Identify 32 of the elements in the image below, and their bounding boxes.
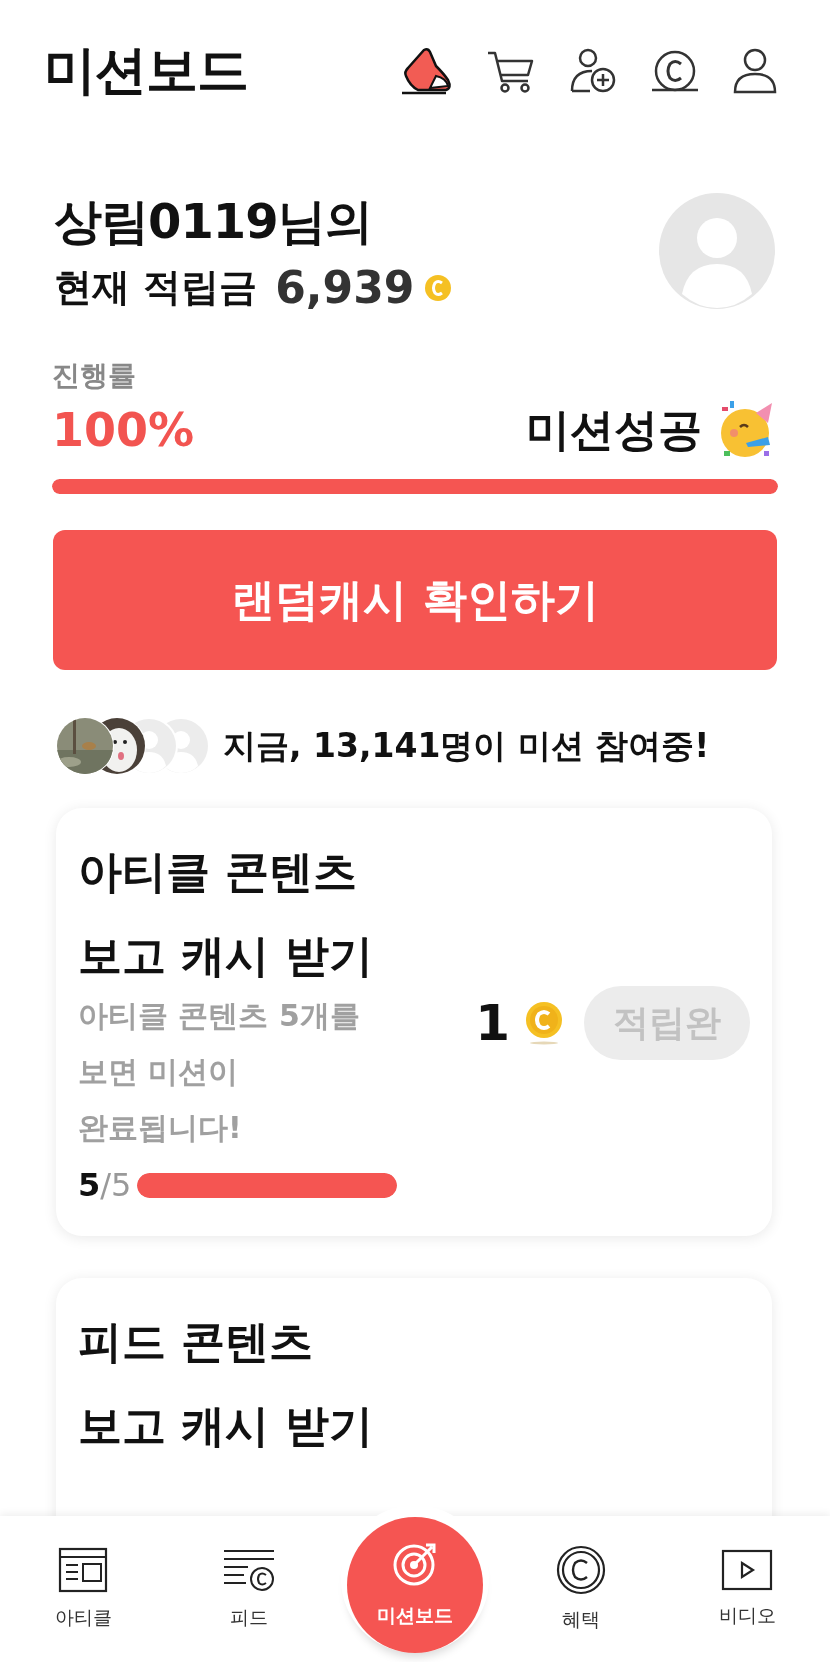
feed-icon: [222, 1547, 276, 1593]
user-greeting: 상림0119님의: [54, 192, 373, 251]
mission-description: 완료됩니다!: [78, 1109, 243, 1147]
nav-tab[interactable]: 피드: [222, 1539, 276, 1639]
balance-amount: 6,939: [275, 262, 415, 313]
progress-percent: 100%: [52, 403, 195, 457]
nav-tab[interactable]: 비디오: [718, 1541, 776, 1637]
coin-icon: [524, 1001, 564, 1045]
mission-title: 보고 캐시 받기: [78, 1399, 373, 1453]
coin-icon: [556, 1545, 606, 1595]
target-icon: [392, 1541, 438, 1587]
article-icon: [58, 1547, 108, 1593]
sneaker-icon[interactable]: [400, 46, 454, 96]
mission-title: 보고 캐시 받기: [78, 929, 374, 983]
profile-icon[interactable]: [732, 47, 778, 95]
mission-description: 아티클 콘텐츠 5개를: [78, 997, 361, 1035]
page-title: 미션보드: [44, 39, 248, 102]
progress-count: 5: [78, 1166, 101, 1204]
nav-tab[interactable]: 혜택: [556, 1537, 606, 1641]
participants-count-text: 지금, 13,141명이 미션 참여중!: [223, 724, 710, 767]
add-friend-icon[interactable]: [568, 47, 618, 95]
play-icon: [721, 1549, 773, 1591]
balance-label: 현재 적립금: [54, 264, 258, 311]
mission-status: 미션성공: [526, 402, 702, 457]
nav-tab[interactable]: 아티클: [54, 1539, 112, 1639]
mission-description: 보면 미션이: [78, 1053, 240, 1091]
reward-amount: 1: [475, 994, 510, 1052]
mission-title: 피드 콘텐츠: [78, 1315, 315, 1369]
progress-total: /5: [100, 1166, 132, 1204]
mission-title: 아티클 콘텐츠: [78, 845, 359, 899]
coin-icon: [424, 273, 453, 302]
progress-label: 진행률: [52, 358, 137, 394]
